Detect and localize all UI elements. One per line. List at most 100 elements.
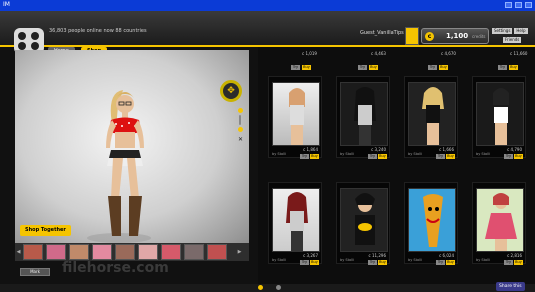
watermark: filehorse.com — [62, 260, 169, 276]
outfit-thumb[interactable] — [92, 244, 112, 260]
online-status: 36,803 people online now 88 countries — [49, 28, 147, 34]
item-price: c 4,790 — [507, 147, 522, 152]
outfit-thumb[interactable] — [207, 244, 227, 260]
item-price: c 1,666 — [439, 147, 454, 152]
credits-icon: c — [425, 32, 434, 41]
catalog-item[interactable]: c 3,267 by Stolli Try Buy — [268, 182, 322, 265]
item-price: c 11,660 — [510, 51, 528, 56]
try-button[interactable]: Try — [428, 65, 437, 70]
buy-button[interactable]: Buy — [446, 260, 455, 265]
item-creator: by Stolli — [408, 152, 423, 156]
item-price: c 3,240 — [371, 147, 386, 152]
avatar[interactable] — [405, 27, 419, 45]
try-button[interactable]: Try — [300, 260, 309, 265]
item-image[interactable] — [408, 82, 456, 146]
try-button[interactable]: Try — [504, 154, 513, 159]
outfit-thumb[interactable] — [161, 244, 181, 260]
item-image[interactable] — [272, 188, 320, 252]
reset-view-icon[interactable]: ✕ — [238, 136, 243, 143]
buy-button[interactable]: Buy — [439, 65, 448, 70]
item-price: c 3,267 — [303, 253, 318, 258]
username[interactable]: Guest_VanillaTips — [360, 30, 404, 36]
strip-left-arrow-icon[interactable]: ◀ — [16, 245, 21, 259]
outfit-strip: ◀ ▶ — [15, 243, 249, 261]
item-image[interactable] — [272, 82, 320, 146]
friends-button[interactable]: Friends — [503, 37, 522, 43]
settings-button[interactable]: Settings — [492, 28, 513, 34]
item-image[interactable] — [340, 82, 388, 146]
outfit-thumb[interactable] — [23, 244, 43, 260]
bottom-toolbar — [0, 284, 535, 292]
window-title: IM — [3, 1, 10, 8]
item-price: c 1,019 — [302, 51, 317, 56]
item-price: c 11,296 — [368, 253, 386, 258]
try-button[interactable]: Try — [504, 260, 513, 265]
try-button[interactable]: Try — [368, 260, 377, 265]
credits-label: credits — [472, 34, 486, 39]
try-button[interactable]: Try — [300, 154, 309, 159]
item-price: c 4,670 — [441, 51, 456, 56]
app-header: 36,803 people online now 88 countries Ho… — [0, 11, 535, 56]
maximize-icon[interactable] — [515, 2, 522, 8]
outfit-thumb[interactable] — [46, 244, 66, 260]
try-button[interactable]: Try — [291, 65, 300, 70]
credits-box[interactable]: c 1,100 credits — [421, 28, 489, 44]
outfit-thumb[interactable] — [69, 244, 89, 260]
buy-button[interactable]: Buy — [378, 260, 387, 265]
catalog-item[interactable]: c 3,240 by Stolli Try Buy — [336, 76, 390, 159]
mark-button[interactable]: Mark — [20, 268, 50, 276]
shop-together-button[interactable]: Shop Together — [20, 225, 71, 236]
shop-catalog: c 1,019 Try Buy c 4,463 Try Buy c 4,670 … — [258, 47, 535, 292]
share-button[interactable]: Share this — [496, 282, 525, 291]
item-image[interactable] — [340, 188, 388, 252]
buy-button[interactable]: Buy — [310, 260, 319, 265]
toolbar-icon[interactable] — [276, 285, 281, 290]
window-controls — [505, 2, 532, 8]
catalog-item[interactable]: c 1,864 by Stolli Try Buy — [268, 76, 322, 159]
buy-button[interactable]: Buy — [509, 65, 518, 70]
avatar-scene[interactable]: ✥ ✕ — [15, 50, 249, 244]
catalog-item[interactable]: c 11,296 by Stolli Try Buy — [336, 182, 390, 265]
outfit-thumb[interactable] — [184, 244, 204, 260]
buy-button[interactable]: Buy — [446, 154, 455, 159]
window-titlebar: IM — [0, 0, 535, 11]
item-creator: by Stolli — [476, 152, 491, 156]
help-button[interactable]: Help — [514, 28, 528, 34]
catalog-item[interactable]: c 6,024 by Stolli Try Buy — [404, 182, 458, 265]
catalog-item[interactable]: c 4,790 by Stolli Try Buy — [472, 76, 526, 159]
try-button[interactable]: Try — [498, 65, 507, 70]
try-button[interactable]: Try — [358, 65, 367, 70]
item-creator: by Stolli — [340, 152, 355, 156]
try-button[interactable]: Try — [368, 154, 377, 159]
buy-button[interactable]: Buy — [514, 260, 523, 265]
toolbar-icon[interactable] — [258, 285, 263, 290]
item-price: c 4,463 — [371, 51, 386, 56]
try-button[interactable]: Try — [436, 260, 445, 265]
buy-button[interactable]: Buy — [310, 154, 319, 159]
buy-button[interactable]: Buy — [378, 154, 387, 159]
catalog-top-row: c 1,019 Try Buy c 4,463 Try Buy c 4,670 … — [258, 47, 535, 74]
item-creator: by Stolli — [340, 258, 355, 262]
buy-button[interactable]: Buy — [369, 65, 378, 70]
credits-value: 1,100 — [446, 32, 469, 40]
buy-button[interactable]: Buy — [514, 154, 523, 159]
strip-right-arrow-icon[interactable]: ▶ — [237, 245, 242, 259]
outfit-thumb[interactable] — [115, 244, 135, 260]
try-button[interactable]: Try — [436, 154, 445, 159]
item-price: c 6,024 — [439, 253, 454, 258]
item-image[interactable] — [476, 82, 524, 146]
outfit-thumb[interactable] — [138, 244, 158, 260]
item-creator: by Stolli — [272, 258, 287, 262]
header-menu: Settings Help — [492, 28, 528, 34]
item-image[interactable] — [476, 188, 524, 252]
camera-pan-control[interactable]: ✥ — [220, 80, 242, 102]
item-creator: by Stolli — [272, 152, 287, 156]
buy-button[interactable]: Buy — [302, 65, 311, 70]
catalog-item[interactable]: c 1,666 by Stolli Try Buy — [404, 76, 458, 159]
close-icon[interactable] — [525, 2, 532, 8]
item-image[interactable] — [408, 188, 456, 252]
catalog-item[interactable]: c 2,816 by Stolli Try Buy — [472, 182, 526, 265]
minimize-icon[interactable] — [505, 2, 512, 8]
item-price: c 1,864 — [303, 147, 318, 152]
item-creator: by Stolli — [476, 258, 491, 262]
